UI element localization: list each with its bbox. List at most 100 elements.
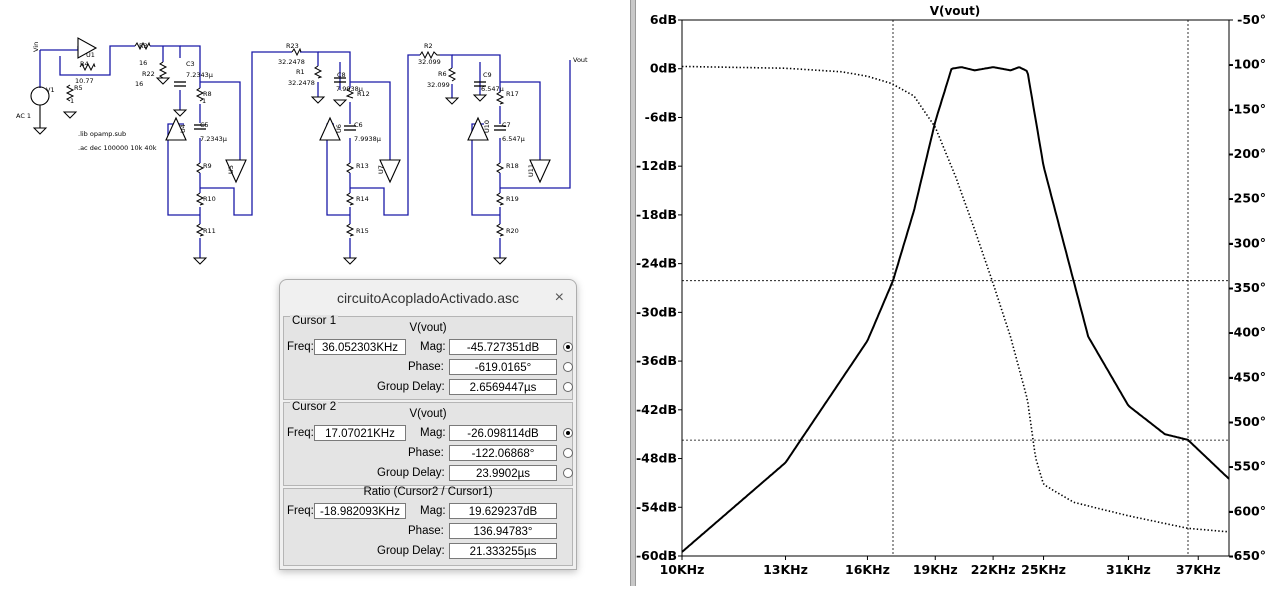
- opamps: [77, 37, 551, 184]
- cursor1-freq-field[interactable]: 36.052303KHz: [314, 339, 406, 355]
- x-label: 25KHz: [1021, 562, 1066, 577]
- y-axis-left: 6dB 0dB -6dB -12dB -18dB -24dB -30dB -36dB -42dB…: [636, 12, 682, 563]
- label-u4: U4: [179, 124, 187, 133]
- ratio-freq-field[interactable]: -18.982093KHz: [314, 503, 406, 519]
- y-right-label: -150°: [1228, 101, 1266, 116]
- cursor2-freq-label: Freq:: [287, 427, 314, 439]
- bode-plot[interactable]: 6dB 0dB -6dB -12dB -18dB -24dB -30dB -36dB -42dB…: [636, 0, 1274, 586]
- label-r2-value: 32.099: [418, 58, 441, 66]
- label-u1: U1: [86, 51, 95, 59]
- label-r5-value: 1: [70, 97, 74, 105]
- ratio-phase-label: Phase:: [408, 525, 444, 537]
- y-left-label: -18dB: [636, 207, 677, 222]
- label-c6-value: 7.9938µ: [354, 135, 381, 143]
- x-label: 10KHz: [660, 562, 705, 577]
- y-right-label: -500°: [1228, 414, 1266, 429]
- label-r4: R4: [80, 60, 89, 68]
- label-u5: U5: [227, 165, 235, 174]
- y-left-label: 0dB: [650, 61, 677, 76]
- cursor1-phase-radio[interactable]: [563, 362, 573, 372]
- label-u6: U6: [335, 124, 343, 133]
- ratio-freq-label: Freq:: [287, 505, 314, 517]
- cursor2-phase-radio[interactable]: [563, 448, 573, 458]
- cursor1-mag-radio[interactable]: [563, 342, 573, 352]
- label-r9: R9: [203, 162, 212, 170]
- label-r1: R1: [296, 68, 305, 76]
- label-vout: Vout: [573, 56, 588, 64]
- cursor1-gd-label: Group Delay:: [377, 381, 445, 393]
- x-label: 31KHz: [1106, 562, 1151, 577]
- cursor1-group: Cursor 1 V(vout) Freq: 36.052303KHz Mag:…: [283, 315, 573, 400]
- plot-area[interactable]: [681, 19, 1230, 557]
- y-right-label: -350°: [1228, 280, 1266, 295]
- ratio-mag-field[interactable]: 19.629237dB: [449, 503, 557, 519]
- label-u10: U10: [483, 120, 491, 133]
- label-r18: R18: [506, 162, 519, 170]
- x-label: 22KHz: [971, 562, 1016, 577]
- label-r20: R20: [506, 227, 519, 235]
- cursor1-gd-field[interactable]: 2.6569447µs: [449, 379, 557, 395]
- label-v1: V1: [46, 86, 55, 94]
- cursor2-group: Cursor 2 V(vout) Freq: 17.07021KHz Mag: …: [283, 401, 573, 486]
- cursor2-mag-field[interactable]: -26.098114dB: [449, 425, 557, 441]
- label-r12: R12: [357, 90, 370, 98]
- y-right-label: -400°: [1228, 325, 1266, 340]
- window-title-text: circuitoAcopladoActivado.asc: [336, 290, 520, 306]
- label-r22-value: 16: [135, 80, 143, 88]
- directive-ac: .ac dec 100000 10k 40k: [78, 144, 157, 152]
- grounds: [32, 77, 508, 265]
- cursor2-phase-label: Phase:: [408, 447, 444, 459]
- y-axis-right: -50° -100° -150° -200° -250° -300° -350° -400° -…: [1228, 12, 1266, 563]
- plot-title[interactable]: V(vout): [930, 4, 981, 18]
- label-r14: R14: [356, 195, 369, 203]
- ratio-group: Ratio (Cursor2 / Cursor1) Freq: -18.9820…: [283, 486, 573, 566]
- y-right-label: -450°: [1228, 369, 1266, 384]
- waveform-viewer[interactable]: 6dB 0dB -6dB -12dB -18dB -24dB -30dB -36dB -42dB…: [636, 0, 1274, 586]
- ratio-phase-field[interactable]: 136.94783°: [449, 523, 557, 539]
- cursor1-signal: V(vout): [409, 322, 447, 334]
- y-left-label: -60dB: [636, 548, 677, 563]
- y-left-label: -42dB: [636, 402, 677, 417]
- cursor2-freq-field[interactable]: 17.07021KHz: [314, 425, 406, 441]
- y-right-label: -600°: [1228, 503, 1266, 518]
- y-right-label: -50°: [1237, 12, 1266, 27]
- label-u11: U11: [527, 164, 535, 177]
- cursor1-phase-field[interactable]: -619.0165°: [449, 359, 557, 375]
- ratio-label: Ratio (Cursor2 / Cursor1): [363, 486, 493, 498]
- cursor1-freq-label: Freq:: [287, 341, 314, 353]
- label-c9: C9: [483, 71, 492, 79]
- label-r6: R6: [438, 70, 447, 78]
- label-r19: R19: [506, 195, 519, 203]
- cursor1-mag-label: Mag:: [420, 341, 446, 353]
- directive-lib: .lib opamp.sub: [78, 130, 126, 138]
- cursor2-gd-field[interactable]: 23.9902µs: [449, 465, 557, 481]
- cursor2-signal: V(vout): [409, 408, 447, 420]
- y-left-label: -36dB: [636, 353, 677, 368]
- label-c7: C7: [502, 121, 511, 129]
- label-r8-value: 1: [202, 97, 206, 105]
- y-left-label: -54dB: [636, 499, 677, 514]
- label-ac1: AC 1: [16, 112, 31, 120]
- y-left-label: -24dB: [636, 256, 677, 271]
- cursor1-phase-label: Phase:: [408, 361, 444, 373]
- x-label: 37KHz: [1176, 562, 1221, 577]
- close-icon[interactable]: ×: [555, 280, 564, 316]
- cursor-window[interactable]: circuitoAcopladoActivado.asc × Cursor 1 …: [279, 279, 577, 570]
- label-r15: R15: [356, 227, 369, 235]
- cursor1-mag-field[interactable]: -45.727351dB: [449, 339, 557, 355]
- cursor2-phase-field[interactable]: -122.06868°: [449, 445, 557, 461]
- y-right-label: -200°: [1228, 146, 1266, 161]
- ratio-gd-field[interactable]: 21.333255µs: [449, 543, 557, 559]
- y-right-label: -550°: [1228, 459, 1266, 474]
- y-left-label: 6dB: [650, 12, 677, 27]
- y-left-label: -6dB: [645, 109, 677, 124]
- cursor2-gd-radio[interactable]: [563, 468, 573, 478]
- x-label: 16KHz: [845, 562, 890, 577]
- label-c7-value: 6.547µ: [502, 135, 525, 143]
- label-c8: C8: [337, 71, 346, 79]
- cursor1-gd-radio[interactable]: [563, 382, 573, 392]
- cursor2-gd-label: Group Delay:: [377, 467, 445, 479]
- label-c6: C6: [354, 121, 363, 129]
- cursor2-mag-radio[interactable]: [563, 428, 573, 438]
- label-r23: R23: [286, 42, 299, 50]
